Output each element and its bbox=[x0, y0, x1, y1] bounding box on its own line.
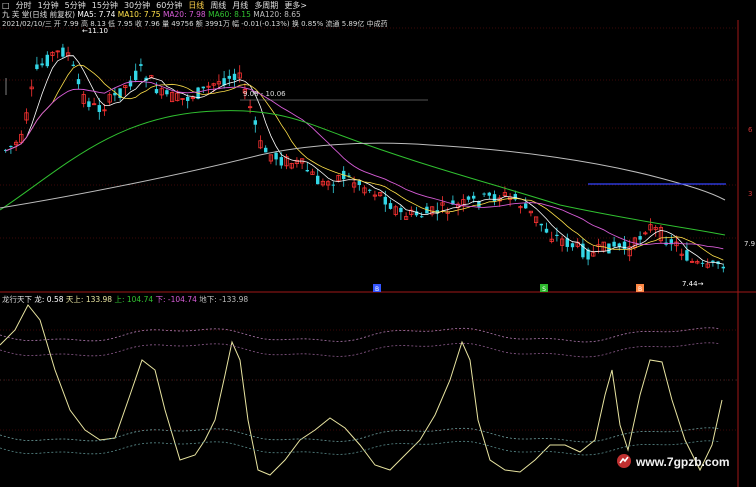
candle-body bbox=[638, 236, 642, 240]
candle-body bbox=[35, 64, 39, 70]
tianshang-value: 天上: 133.98 bbox=[65, 295, 113, 304]
range-label: 9.08 - 10.06 bbox=[243, 90, 286, 98]
shang-value: 上: 104.74 bbox=[114, 295, 154, 304]
ma120-value: MA120: 8.65 bbox=[253, 10, 301, 19]
candle-body bbox=[399, 207, 403, 213]
ma10-value: MA10: 7.75 bbox=[117, 10, 161, 19]
candle-body bbox=[139, 64, 143, 66]
candle-body bbox=[487, 192, 491, 196]
dixia-value: 地下: -133.98 bbox=[199, 295, 249, 304]
candle-body bbox=[555, 234, 559, 237]
signal-label: B bbox=[375, 286, 379, 293]
candle-body bbox=[87, 101, 91, 107]
ma20-value: MA20: 7.98 bbox=[162, 10, 206, 19]
signal-label: S bbox=[542, 286, 546, 293]
candle-body bbox=[134, 70, 138, 81]
candle-body bbox=[420, 216, 424, 218]
candle-body bbox=[71, 64, 75, 66]
candle-body bbox=[570, 243, 575, 248]
lower-band-line bbox=[0, 440, 721, 456]
candle-body bbox=[472, 195, 476, 199]
ma60-value: MA60: 8.15 bbox=[208, 10, 251, 19]
candle-body bbox=[721, 266, 725, 269]
xia-value: 下: -104.74 bbox=[155, 295, 197, 304]
candle-body bbox=[61, 47, 65, 57]
watermark-logo-icon bbox=[617, 454, 631, 468]
candle-body bbox=[617, 243, 621, 247]
candle-body bbox=[383, 196, 387, 205]
candle-body bbox=[9, 145, 13, 147]
candle-body bbox=[492, 194, 497, 202]
candle-body bbox=[388, 203, 393, 209]
candle-body bbox=[253, 120, 257, 125]
indicator-name: 龙行天下 bbox=[2, 295, 32, 304]
candle-body bbox=[186, 96, 190, 101]
candle-body bbox=[316, 175, 320, 185]
candle-body bbox=[331, 184, 335, 186]
signal-label: B bbox=[638, 286, 642, 293]
stock-name: 九 芙 堂(日线 前复权) bbox=[2, 10, 76, 19]
candle-body bbox=[274, 152, 278, 160]
indicator-line bbox=[0, 304, 723, 476]
upper-band-line bbox=[0, 342, 721, 358]
right-axis-label: 6 bbox=[748, 126, 753, 134]
ma120-line bbox=[0, 142, 726, 209]
ma5-value: MA5: 7.74 bbox=[77, 10, 116, 19]
ma5-line bbox=[5, 55, 724, 265]
right-axis-label: 3 bbox=[748, 190, 752, 198]
candle-body bbox=[466, 196, 471, 200]
candle-body bbox=[539, 223, 543, 226]
ma60-line bbox=[0, 110, 726, 236]
candle-body bbox=[524, 203, 528, 209]
candle-body bbox=[279, 157, 283, 166]
candle-body bbox=[368, 189, 372, 191]
candle-body bbox=[612, 241, 616, 247]
candle-body bbox=[154, 89, 159, 94]
right-price-label: 7.9 bbox=[744, 240, 755, 248]
candle-body bbox=[357, 180, 361, 185]
low-price-label: 7.44→ bbox=[682, 280, 704, 288]
candle-body bbox=[232, 73, 237, 81]
candle-body bbox=[544, 228, 549, 233]
watermark-text: www.7gpzb.com bbox=[636, 455, 730, 469]
candle-body bbox=[40, 63, 44, 66]
candle-body bbox=[305, 169, 309, 172]
candlestick-chart[interactable]: ←11.109.08 - 10.067.44→7.963B S B bbox=[0, 0, 756, 487]
candle-body bbox=[165, 90, 169, 95]
quote-detail: 2021/02/10/三 开 7.99 高 8.13 低 7.95 收 7.96… bbox=[2, 20, 388, 28]
indicator-legend: 龙行天下 龙: 0.58 天上: 133.98 上: 104.74 下: -10… bbox=[2, 295, 248, 305]
long-value: 龙: 0.58 bbox=[34, 295, 64, 304]
candle-body bbox=[97, 105, 101, 112]
candle-body bbox=[201, 86, 205, 89]
candle-body bbox=[76, 79, 81, 85]
candle-body bbox=[227, 75, 231, 79]
candle-body bbox=[700, 262, 705, 264]
candle-body bbox=[685, 250, 689, 261]
candle-body bbox=[482, 193, 486, 195]
candle-body bbox=[711, 260, 715, 262]
candle-body bbox=[264, 147, 268, 153]
candle-body bbox=[45, 54, 49, 67]
ma20-line bbox=[5, 80, 724, 250]
